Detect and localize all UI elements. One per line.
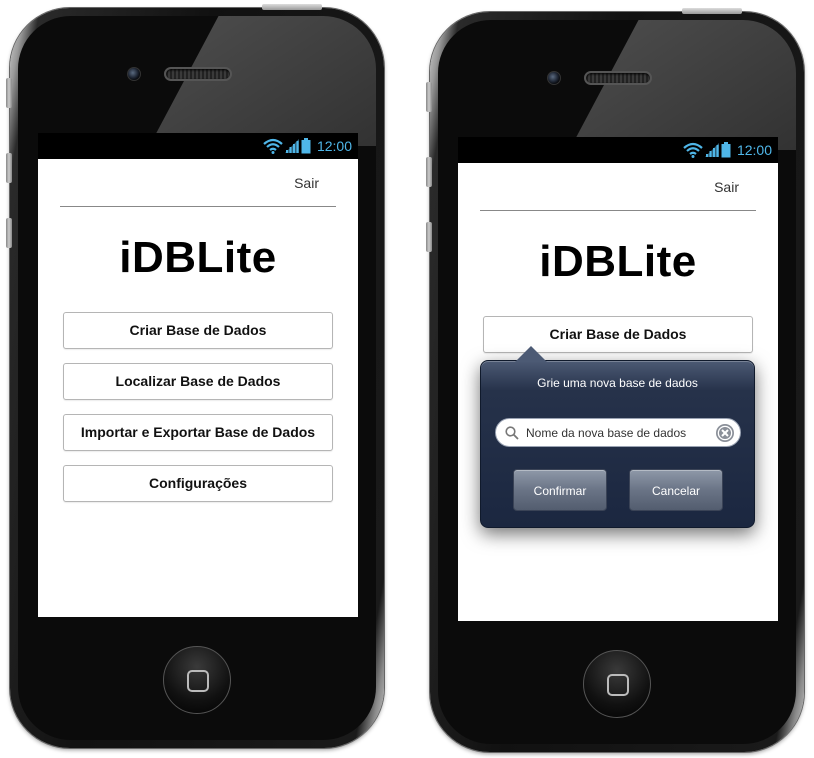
app-title: iDBLite: [119, 233, 277, 282]
main-menu: Criar Base de Dados Localizar Base de Da…: [38, 312, 358, 502]
cancel-button[interactable]: Cancelar: [629, 469, 723, 511]
home-button[interactable]: [163, 646, 231, 714]
popover-arrow: [515, 346, 547, 362]
front-camera: [127, 67, 141, 81]
volume-down-button: [426, 222, 432, 252]
signal-icon: [704, 143, 719, 157]
main-menu: Criar Base de Dados: [458, 316, 778, 353]
mute-switch: [6, 78, 12, 108]
front-camera: [547, 71, 561, 85]
home-square-icon: [187, 670, 209, 692]
clear-icon[interactable]: [715, 423, 735, 443]
status-bar: 12:00: [458, 137, 778, 163]
volume-up-button: [6, 153, 12, 183]
configuracoes-button[interactable]: Configurações: [63, 465, 333, 502]
glass-glare: [18, 16, 376, 146]
volume-down-button: [6, 218, 12, 248]
importar-exportar-button[interactable]: Importar e Exportar Base de Dados: [63, 414, 333, 451]
screen-right: 12:00 Sair iDBLite Criar Base de Dados G…: [458, 137, 778, 621]
phone-left: 12:00 Sair iDBLite Criar Base de Dados L…: [6, 4, 384, 748]
status-bar: 12:00: [38, 133, 358, 159]
mute-switch: [426, 82, 432, 112]
status-time: 12:00: [316, 138, 352, 154]
wifi-icon: [683, 142, 703, 158]
database-name-field: [495, 418, 741, 447]
criar-base-button[interactable]: Criar Base de Dados: [63, 312, 333, 349]
speaker-grille: [164, 67, 232, 81]
signal-icon: [284, 139, 299, 153]
top-bar: Sair: [480, 163, 756, 211]
home-button[interactable]: [583, 650, 651, 718]
status-time: 12:00: [736, 142, 772, 158]
power-button: [262, 4, 322, 10]
sair-link[interactable]: Sair: [714, 179, 739, 195]
phone-right: 12:00 Sair iDBLite Criar Base de Dados G…: [426, 8, 804, 752]
database-name-input[interactable]: [526, 425, 708, 440]
localizar-base-button[interactable]: Localizar Base de Dados: [63, 363, 333, 400]
power-button: [682, 8, 742, 14]
speaker-grille: [584, 71, 652, 85]
home-square-icon: [607, 674, 629, 696]
screen-left: 12:00 Sair iDBLite Criar Base de Dados L…: [38, 133, 358, 617]
volume-up-button: [426, 157, 432, 187]
battery-icon: [301, 138, 311, 154]
glass-glare: [438, 20, 796, 150]
create-database-popover: Grie uma nova base de dados Confirmar Ca…: [480, 346, 755, 528]
wifi-icon: [263, 138, 283, 154]
sair-link[interactable]: Sair: [294, 175, 319, 191]
confirm-button[interactable]: Confirmar: [513, 469, 607, 511]
app-title: iDBLite: [539, 237, 697, 286]
search-icon: [505, 425, 519, 440]
popover-actions: Confirmar Cancelar: [513, 469, 723, 511]
battery-icon: [721, 142, 731, 158]
popover-title: Grie uma nova base de dados: [537, 376, 698, 390]
top-bar: Sair: [60, 159, 336, 207]
